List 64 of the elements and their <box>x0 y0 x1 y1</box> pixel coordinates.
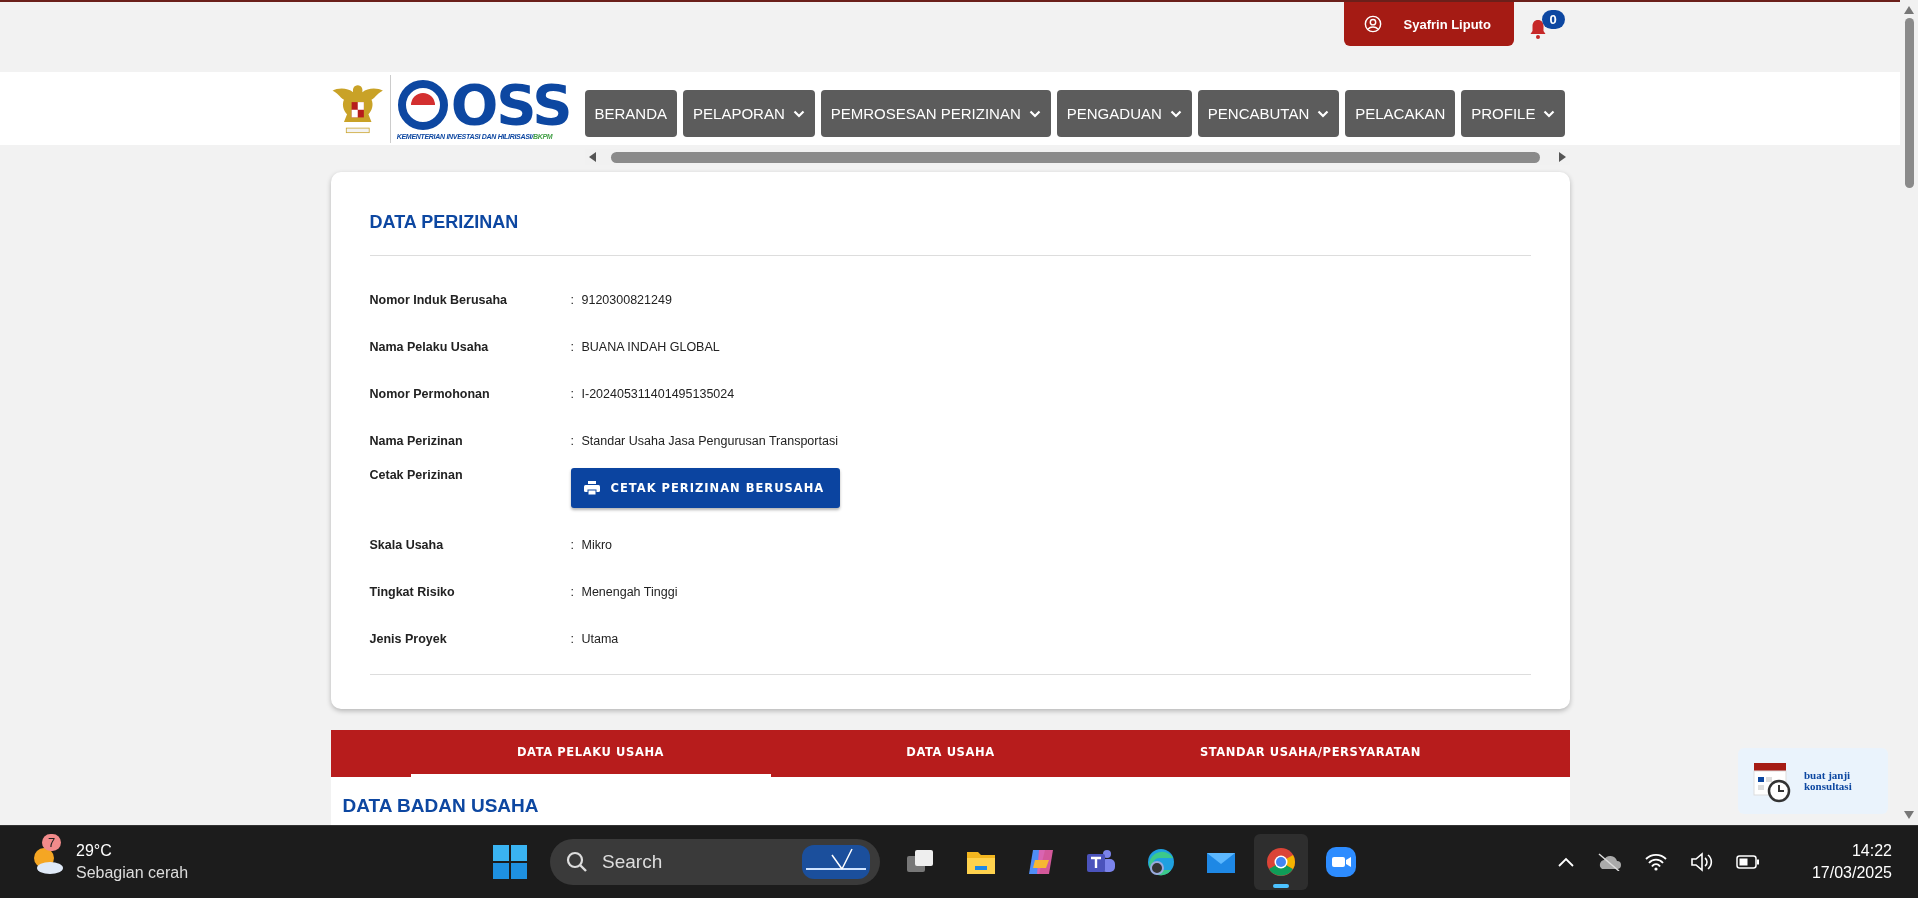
colon-separator: : <box>570 631 575 646</box>
scroll-up-icon[interactable] <box>1904 6 1914 14</box>
weather-condition: Sebagian cerah <box>76 863 189 884</box>
wifi-icon[interactable] <box>1643 853 1668 872</box>
search-icon <box>566 851 588 874</box>
nav-menu-button[interactable]: PENCABUTAN <box>1197 90 1340 137</box>
taskbar-app-button[interactable] <box>1254 834 1308 891</box>
speaker-icon[interactable] <box>1689 852 1714 873</box>
nav-menu-button[interactable]: PELACAKAN <box>1345 90 1456 137</box>
battery-icon[interactable] <box>1735 855 1760 870</box>
windows-start-icon[interactable] <box>492 844 528 881</box>
colon-separator: : <box>570 537 575 552</box>
tab[interactable]: DATA USAHA <box>770 730 1131 777</box>
oss-wordmark: OSS <box>450 77 571 133</box>
colon-separator: : <box>570 339 575 354</box>
colon-separator: : <box>570 433 575 448</box>
nav-menu-button[interactable]: BERANDA <box>584 90 678 137</box>
print-permit-button[interactable]: CETAK PERIZINAN BERUSAHA <box>570 468 841 508</box>
field-value: BUANA INDAH GLOBAL <box>581 339 720 354</box>
colon-separator: : <box>570 584 575 599</box>
field-value: I-202405311401495135024 <box>581 386 735 401</box>
weather-alert-badge: 7 <box>42 834 62 852</box>
field-value: Menengah Tinggi <box>581 584 678 599</box>
field-label: Skala Usaha <box>369 537 445 552</box>
scroll-left-icon[interactable] <box>588 152 597 162</box>
section-title: DATA BADAN USAHA <box>342 795 540 817</box>
chevron-up-icon[interactable] <box>1557 857 1574 868</box>
field-value: Standar Usaha Jasa Pengurusan Transportasi <box>581 433 838 448</box>
consultation-widget[interactable]: buat janji konsultasi <box>1738 748 1888 814</box>
scroll-right-icon[interactable] <box>1557 152 1566 162</box>
field-label: Nama Perizinan <box>369 433 464 448</box>
clock-time[interactable]: 14:22 <box>1851 840 1892 863</box>
field-value: Mikro <box>581 537 613 552</box>
colon-separator: : <box>570 292 575 307</box>
scrollbar-thumb[interactable] <box>610 151 1540 163</box>
field-value: Utama <box>581 631 619 646</box>
scroll-down-icon[interactable] <box>1904 811 1914 820</box>
nav-menu-button[interactable]: PROFILE <box>1461 90 1566 137</box>
printer-icon <box>583 481 600 495</box>
temperature: 29°C <box>76 841 113 862</box>
oss-circle-logo-icon <box>396 79 449 131</box>
field-label: Nama Pelaku Usaha <box>369 339 490 354</box>
bridge-highlight-icon <box>802 845 870 880</box>
field-label: Nomor Induk Berusaha <box>369 292 509 307</box>
search-input[interactable]: Search <box>600 850 790 875</box>
tab[interactable]: STANDAR USAHA/PERSYARATAN <box>1130 730 1491 777</box>
field-label: Tingkat Risiko <box>369 584 456 599</box>
circle-browser-icon <box>1265 846 1297 879</box>
nav-menu-button[interactable]: PEMROSESAN PERIZINAN <box>820 90 1051 137</box>
field-value: 9120300821249 <box>581 292 672 307</box>
taskbar-search-bar[interactable]: Search <box>550 839 880 886</box>
clock-date[interactable]: 17/03/2025 <box>1811 862 1892 884</box>
user-icon <box>1363 15 1382 33</box>
scrollbar-thumb[interactable] <box>1904 18 1914 188</box>
field-label: Cetak Perizinan <box>369 468 464 482</box>
nav-menu-button[interactable]: PENGADUAN <box>1056 90 1192 137</box>
colon-separator: : <box>570 386 575 401</box>
nav-menu-button[interactable]: PELAPORAN <box>683 90 815 137</box>
field-label: Jenis Proyek <box>369 631 448 646</box>
user-menu-button[interactable]: Syafrin Liputo <box>1343 2 1514 46</box>
card-title: DATA PERIZINAN <box>369 212 520 233</box>
video-camera-icon <box>1325 846 1357 879</box>
field-label: Nomor Permohonan <box>369 386 491 401</box>
notification-count-badge: 0 <box>1541 10 1565 29</box>
